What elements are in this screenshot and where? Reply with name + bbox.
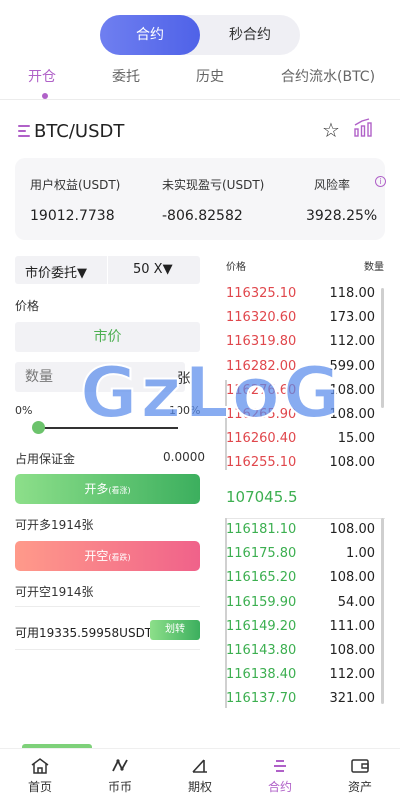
order-type-bar: 市价委托▼ 50 X▼ [15, 256, 200, 284]
orderbook-price: 116175.80 [226, 546, 297, 562]
available-balance-row: 可用19335.59958USDT 划转 [15, 606, 200, 650]
transfer-button[interactable]: 划转 [150, 620, 200, 640]
info-icon[interactable]: i [375, 176, 386, 187]
orderbook-qty: 108.00 [329, 455, 376, 471]
nav-spot[interactable]: 币币 [80, 749, 160, 800]
order-type-select[interactable]: 市价委托▼ [25, 262, 87, 281]
orderbook-row[interactable]: 116255.10 108.00 [225, 452, 377, 476]
orderbook-price: 116138.40 [226, 667, 297, 683]
orderbook-qty: 1.00 [346, 546, 375, 562]
tab-contract-ledger[interactable]: 合约流水(BTC) [281, 66, 375, 86]
orderbook-qty: 54.00 [337, 594, 375, 610]
orderbook-row[interactable]: 116165.20 108.00 [225, 567, 377, 591]
orderbook-price: 116181.10 [226, 522, 297, 537]
orderbook-row[interactable]: 116175.80 1.00 [225, 543, 377, 567]
contract-icon [274, 760, 286, 772]
open-short-button[interactable]: 开空(看跌) [15, 541, 200, 571]
orderbook-row[interactable]: 116143.80 108.00 [225, 640, 377, 664]
orderbook-price-header: 价格 [226, 262, 246, 273]
tab-open-position[interactable]: 开仓 [28, 66, 56, 86]
available-balance: 可用19335.59958USDT [15, 626, 153, 640]
open-long-button[interactable]: 开多(看涨) [15, 474, 200, 504]
margin-value: 0.0000 [163, 450, 205, 464]
orderbook-price: 116143.80 [226, 643, 297, 658]
favorite-star-icon[interactable]: ☆ [322, 118, 340, 142]
tab-history[interactable]: 历史 [196, 66, 224, 86]
margin-label: 占用保证金 [15, 452, 76, 466]
risk-value: 3928.25% [306, 208, 378, 224]
home-icon [31, 758, 49, 774]
orderbook-price: 116149.20 [226, 618, 297, 634]
orderbook-qty: 118.00 [329, 286, 376, 301]
orderbook-price: 116137.70 [226, 691, 297, 707]
exchange-icon [112, 758, 128, 772]
orderbook-price: 116325.10 [226, 286, 297, 301]
nav-home[interactable]: 首页 [0, 749, 80, 800]
orderbook-qty: 112.00 [329, 334, 376, 350]
mid-price: 107045.5 [226, 488, 298, 506]
orderbook-price: 116165.20 [226, 570, 297, 586]
orderbook-price: 116159.90 [226, 594, 297, 610]
orderbook-qty-header: 数量 [364, 262, 384, 273]
nav-contract[interactable]: 合约 [240, 749, 320, 800]
asks-scrollbar[interactable] [381, 288, 384, 408]
orderbook-row[interactable]: 116138.40 112.00 [225, 664, 377, 688]
orderbook-row[interactable]: 116159.90 54.00 [225, 592, 377, 616]
slider-min-label: 0% [15, 404, 33, 417]
pnl-value: -806.82582 [162, 208, 243, 224]
tab-bar: 开仓 委托 历史 合约流水(BTC) [0, 66, 400, 100]
watermark-logo: GzLoG [79, 351, 344, 435]
orderbook-qty: 321.00 [329, 691, 376, 707]
price-field[interactable]: 市价 [15, 322, 200, 352]
orderbook-qty: 108.00 [329, 643, 376, 658]
pair-name: BTC/USDT [34, 120, 125, 142]
risk-label: 风险率 [314, 178, 351, 192]
orderbook-qty: 108.00 [329, 522, 376, 537]
mode-contract-button[interactable]: 合约 [100, 15, 200, 55]
active-tab-indicator [42, 93, 48, 99]
orderbook-price: 116320.60 [226, 310, 297, 326]
tab-orders[interactable]: 委托 [112, 66, 140, 86]
mode-second-contract-button[interactable]: 秒合约 [200, 15, 300, 55]
price-label: 价格 [15, 299, 40, 313]
equity-label: 用户权益(USDT) [30, 178, 121, 192]
orderbook-row[interactable]: 116149.20 111.00 [225, 616, 377, 640]
bids-scrollbar[interactable] [381, 518, 384, 704]
orderbook-row[interactable]: 116320.60 173.00 [225, 307, 377, 331]
bottom-nav: 首页 币币 期权 合约 资产 [0, 748, 400, 800]
menu-icon [16, 125, 32, 137]
options-icon [192, 759, 207, 773]
orderbook-price: 116319.80 [226, 334, 297, 350]
pair-selector[interactable]: BTC/USDT [16, 118, 124, 144]
orderbook-qty: 173.00 [329, 310, 376, 326]
account-summary-card: 用户权益(USDT) 未实现盈亏(USDT) 风险率 i 19012.7738 … [15, 158, 386, 240]
orderbook-price: 116255.10 [226, 455, 297, 471]
leverage-select[interactable]: 50 X▼ [133, 262, 173, 277]
orderbook-row[interactable]: 116181.10 108.00 [225, 519, 377, 543]
orderbook-qty: 111.00 [329, 618, 376, 634]
orderbook-qty: 112.00 [329, 667, 376, 683]
equity-value: 19012.7738 [30, 208, 115, 224]
orderbook-row[interactable]: 116137.70 321.00 [225, 688, 377, 712]
orderbook-qty: 15.00 [337, 431, 375, 447]
orderbook-row[interactable]: 116325.10 118.00 [225, 283, 377, 307]
orderbook-qty: 108.00 [329, 570, 376, 586]
mode-toggle: 合约 秒合约 [100, 15, 300, 55]
nav-options[interactable]: 期权 [160, 749, 240, 800]
slider-handle[interactable] [32, 421, 45, 434]
can-open-long: 可开多1914张 [15, 518, 94, 532]
pnl-label: 未实现盈亏(USDT) [162, 178, 265, 192]
can-open-short: 可开空1914张 [15, 585, 94, 599]
chart-icon[interactable] [353, 118, 373, 138]
nav-assets[interactable]: 资产 [320, 749, 400, 800]
wallet-icon [351, 759, 369, 773]
